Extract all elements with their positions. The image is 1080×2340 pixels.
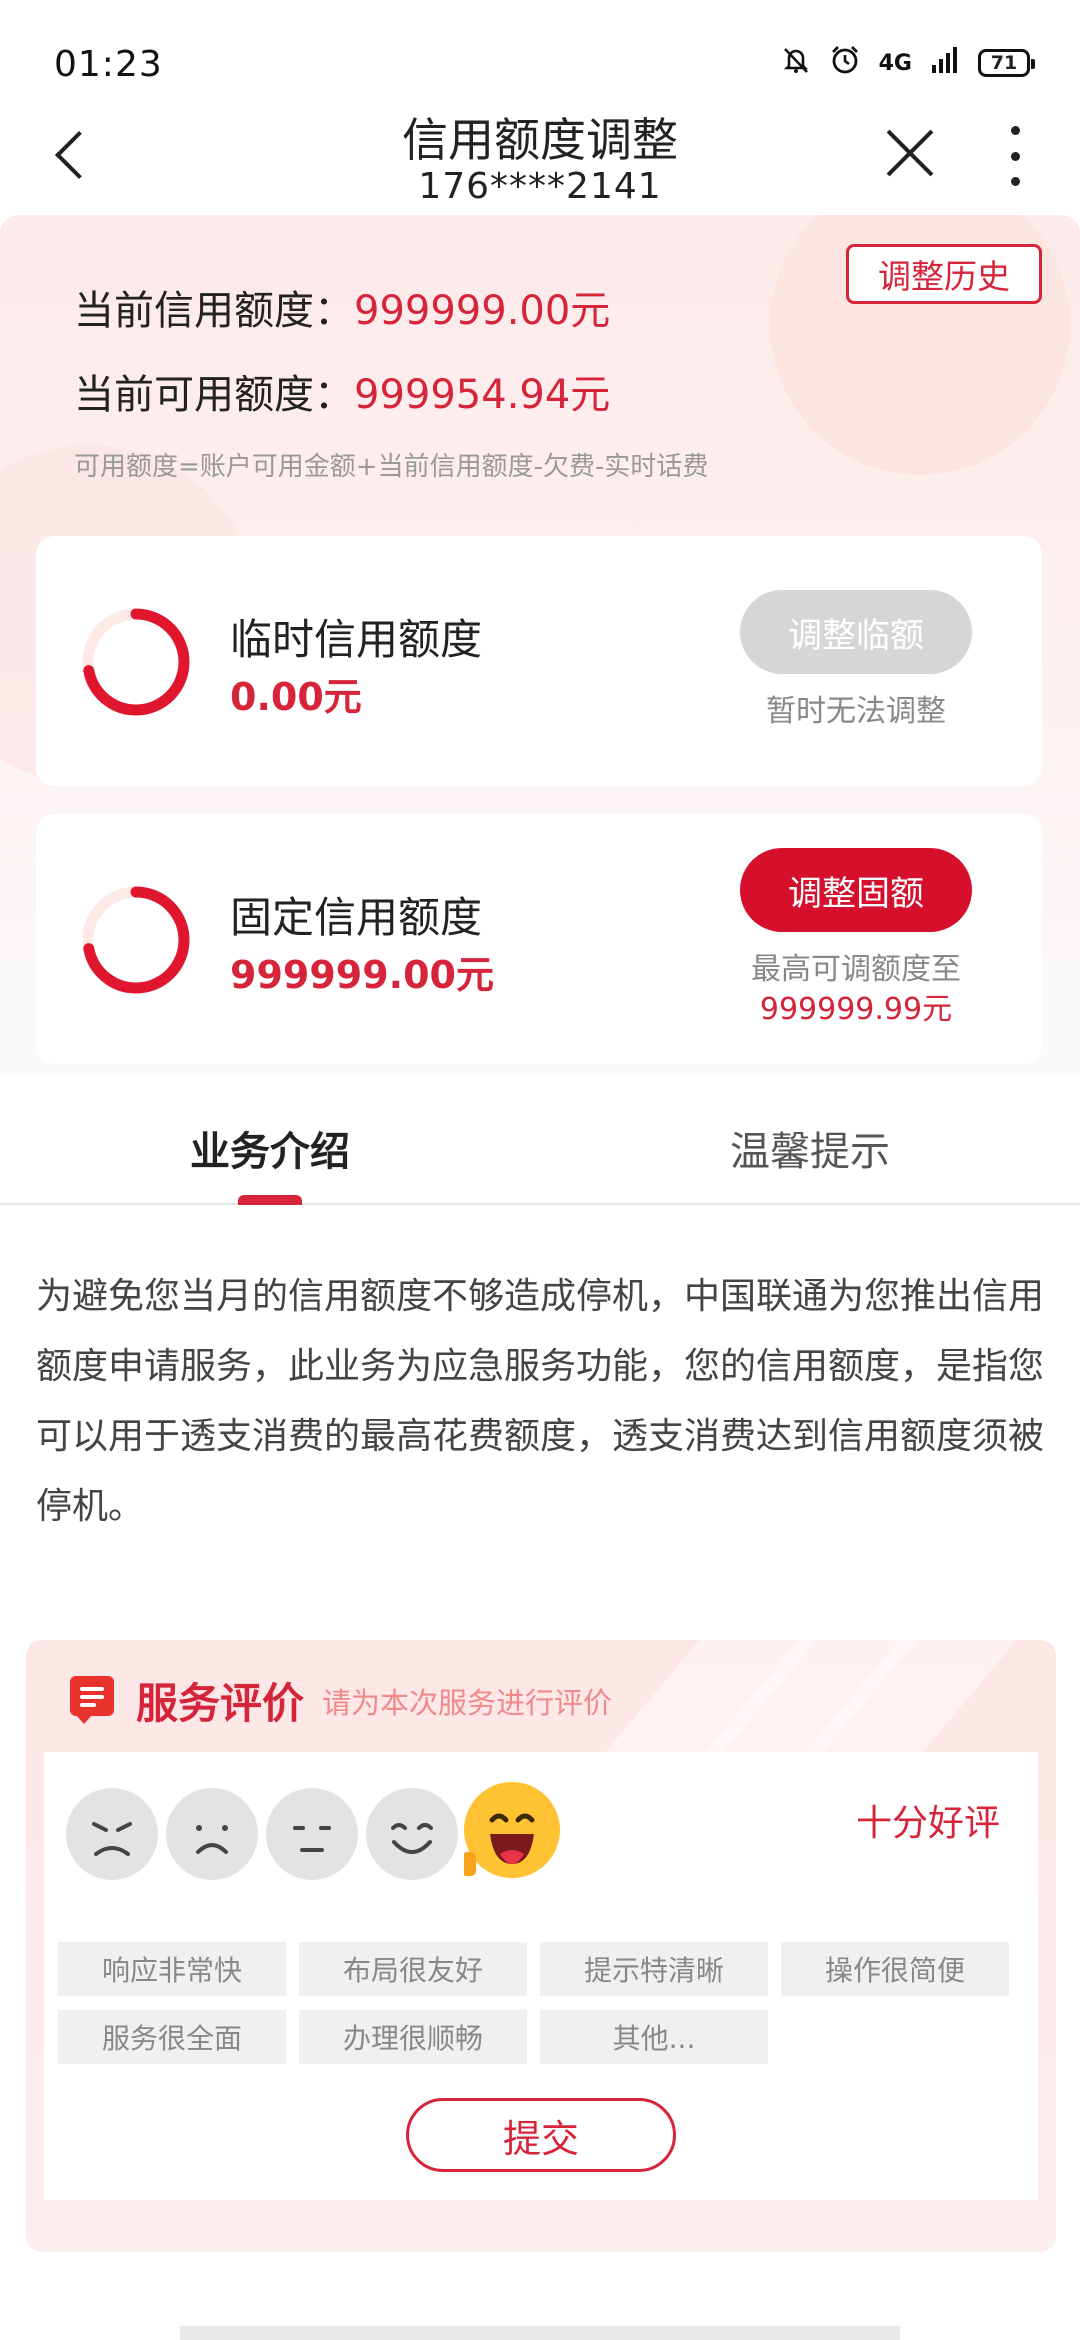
tag-smooth-process[interactable]: 办理很顺畅 bbox=[299, 2010, 527, 2064]
smile-face-icon[interactable] bbox=[366, 1788, 458, 1880]
adjust-fixed-button[interactable]: 调整固额 bbox=[740, 848, 972, 932]
rating-subtitle: 请为本次服务进行评价 bbox=[322, 1686, 613, 1720]
business-description: 为避免您当月的信用额度不够造成停机，中国联通为您推出信用额度申请服务，此业务为应… bbox=[36, 1276, 1045, 1527]
bottom-edge bbox=[180, 2326, 900, 2340]
adjust-temporary-button[interactable]: 调整临额 bbox=[740, 590, 972, 674]
temporary-credit-title: 临时信用额度 bbox=[230, 615, 483, 664]
available-credit-row: 当前可用额度：999954.94元 bbox=[74, 362, 610, 420]
tab-indicator bbox=[238, 1195, 302, 1205]
fixed-credit-note: 最高可调额度至 999999.99元 bbox=[736, 950, 976, 1030]
tab-bar: 业务介绍 温馨提示 bbox=[0, 1075, 1080, 1205]
submit-button[interactable]: 提交 bbox=[406, 2098, 676, 2172]
tag-fast-response[interactable]: 响应非常快 bbox=[58, 1942, 286, 1996]
sad-face-icon[interactable] bbox=[166, 1788, 258, 1880]
temporary-credit-note: 暂时无法调整 bbox=[766, 694, 946, 729]
tag-comprehensive-service[interactable]: 服务很全面 bbox=[58, 2010, 286, 2064]
fixed-credit-ring-icon bbox=[82, 886, 190, 994]
nav-bar: 信用额度调整 176****2141 bbox=[0, 100, 1080, 215]
mute-bell-icon bbox=[781, 45, 811, 81]
available-credit-value: 999954.94元 bbox=[354, 372, 611, 418]
current-credit-row: 当前信用额度：999999.00元 bbox=[74, 278, 610, 336]
angry-face-icon[interactable] bbox=[66, 1788, 158, 1880]
rating-selected-label: 十分好评 bbox=[856, 1803, 1001, 1844]
more-menu-button[interactable] bbox=[1000, 126, 1030, 186]
adjust-history-button[interactable]: 调整历史 bbox=[846, 244, 1042, 304]
battery-icon: 71 bbox=[978, 49, 1035, 77]
neutral-face-icon[interactable] bbox=[266, 1788, 358, 1880]
comment-icon bbox=[70, 1676, 114, 1724]
temporary-credit-value: 0.00元 bbox=[230, 675, 362, 719]
rating-title: 服务评价 bbox=[136, 1679, 305, 1728]
available-credit-label: 当前可用额度： bbox=[74, 372, 354, 418]
current-credit-label: 当前信用额度： bbox=[74, 288, 354, 334]
fixed-credit-title: 固定信用额度 bbox=[230, 893, 483, 942]
fixed-credit-card: 固定信用额度 999999.00元 调整固额 最高可调额度至 999999.99… bbox=[36, 814, 1042, 1064]
service-rating-panel: 服务评价 请为本次服务进行评价 十分好评 响应非常快 布局很友好 提示特清晰 操… bbox=[26, 1640, 1056, 2252]
tab-tips[interactable]: 温馨提示 bbox=[730, 1119, 890, 1177]
current-credit-value: 999999.00元 bbox=[354, 288, 611, 334]
fixed-credit-max-value: 999999.99元 bbox=[759, 992, 953, 1027]
tag-friendly-layout[interactable]: 布局很友好 bbox=[299, 1942, 527, 1996]
status-icons: 4G 71 bbox=[781, 44, 1035, 82]
credit-formula: 可用额度=账户可用金额+当前信用额度-欠费-实时话费 bbox=[74, 452, 709, 482]
fixed-credit-note-line1: 最高可调额度至 bbox=[751, 952, 961, 987]
laughing-face-icon[interactable] bbox=[464, 1782, 560, 1878]
fixed-credit-value: 999999.00元 bbox=[230, 953, 494, 997]
alarm-clock-icon bbox=[829, 44, 861, 82]
temporary-credit-card: 临时信用额度 0.00元 调整临额 暂时无法调整 bbox=[36, 536, 1042, 786]
tab-business-intro[interactable]: 业务介绍 bbox=[190, 1119, 350, 1177]
network-label: 4G bbox=[878, 50, 912, 76]
tag-clear-prompts[interactable]: 提示特清晰 bbox=[540, 1942, 768, 1996]
temporary-credit-ring-icon bbox=[82, 608, 190, 716]
status-time: 01:23 bbox=[54, 44, 163, 85]
tag-easy-operation[interactable]: 操作很简便 bbox=[781, 1942, 1009, 1996]
signal-icon bbox=[930, 45, 960, 81]
close-button[interactable] bbox=[880, 122, 940, 182]
tag-other[interactable]: 其他... bbox=[540, 2010, 768, 2064]
rating-body: 十分好评 响应非常快 布局很友好 提示特清晰 操作很简便 服务很全面 办理很顺畅… bbox=[44, 1752, 1038, 2200]
